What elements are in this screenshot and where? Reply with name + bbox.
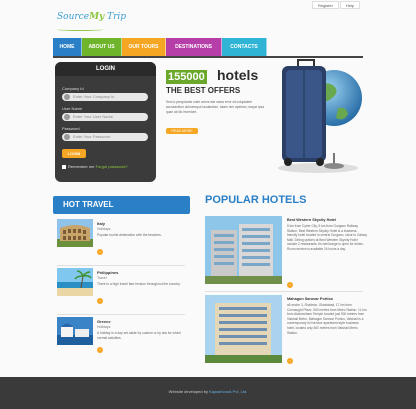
skycity-hotel-image[interactable] (205, 216, 282, 284)
popular-hotel-desc: 5 km from Cyber City, 5 km from Gurgaon … (287, 224, 367, 251)
company-id-field[interactable]: Enter Your Company Id (62, 93, 148, 101)
lock-icon (64, 134, 70, 140)
site-logo[interactable]: SourceMy Trip (57, 12, 127, 34)
greece-image (57, 317, 93, 345)
user-icon (64, 114, 70, 120)
nav-contacts[interactable]: CONTACTS (222, 38, 267, 56)
hot-travel-item-subtitle: Holidays (97, 325, 111, 329)
remember-checkbox[interactable] (62, 164, 66, 169)
nav-home[interactable]: HOME (53, 38, 82, 56)
forgot-password-link[interactable]: Forgot password? (96, 164, 128, 169)
read-more-button[interactable]: READ MORE (166, 128, 198, 134)
nav-our-tours[interactable]: OUR TOURS (122, 38, 166, 56)
user-name-label: User Name (62, 106, 83, 111)
logo-text-trip: Trip (104, 12, 127, 22)
offer-headline: THE BEST OFFERS (166, 86, 241, 95)
company-icon (64, 94, 70, 100)
arrow-right-icon[interactable]: › (287, 358, 293, 364)
company-id-label: Company Id (62, 86, 84, 91)
hot-travel-title: HOT TRAVEL (53, 196, 190, 214)
nav-about-us[interactable]: ABOUT US (82, 38, 122, 56)
main-nav: HOME ABOUT US OUR TOURS DESTINATIONS CON… (53, 38, 267, 56)
divider (205, 291, 363, 292)
password-field[interactable]: Enter Your Password (62, 133, 148, 141)
hot-travel-item-desc: There is a high travel fare tension thro… (97, 282, 181, 286)
hot-travel-item-subtitle: Holidays (97, 227, 111, 231)
arrow-right-icon[interactable]: › (97, 298, 103, 304)
hot-travel-item-title: Italy (97, 221, 106, 226)
beach-image (57, 268, 93, 296)
hot-travel-item[interactable]: Philippines Travel There is a high trave… (57, 268, 185, 316)
logo-text: Source (57, 12, 90, 22)
logo-swoosh (57, 28, 103, 31)
popular-hotel-title[interactable]: Mahagun Sarovar Portico (287, 297, 333, 301)
remember-label: Remember me (68, 164, 95, 169)
nav-destinations[interactable]: DESTINATIONS (166, 38, 222, 56)
login-title: LOGIN (55, 62, 156, 76)
popular-hotel-desc: a5 sector 3, Shalimar, Ghaziabad, 17 km … (287, 303, 367, 335)
popular-hotel-title[interactable]: Best Western Skycity Hotel (287, 218, 336, 222)
hot-travel-item-title: Greece (97, 319, 111, 324)
arrow-right-icon[interactable]: › (97, 347, 103, 353)
remember-row: Remember me Forgot password? (62, 164, 128, 169)
hot-travel-item-desc: Popular tourist destination with the bea… (97, 233, 162, 237)
colosseum-image (57, 219, 93, 247)
help-link[interactable]: Help (340, 1, 360, 9)
divider (57, 314, 185, 315)
login-button[interactable]: LOGIN (62, 149, 86, 158)
hot-travel-item[interactable]: Greece Holidays A holiday is a day set a… (57, 317, 185, 365)
footer: Website developed by KapasKnack Pvt. Ltd… (0, 377, 416, 409)
logo-text-my: My (89, 12, 105, 22)
divider (57, 265, 185, 266)
offer-text: Sed ut perspiciatis unde omnis iste natu… (166, 100, 264, 114)
hotel-count: 155000 (166, 70, 207, 84)
hot-travel-item-title: Philippines (97, 270, 119, 275)
hot-travel-item[interactable]: Italy Holidays Popular tourist destinati… (57, 219, 185, 267)
hot-travel-item-subtitle: Travel (97, 276, 107, 280)
arrow-right-icon[interactable]: › (97, 249, 103, 255)
hotels-word: hotels (217, 67, 259, 83)
password-label: Password (62, 126, 80, 131)
suitcase-globe-illustration (278, 59, 362, 173)
developer-link[interactable]: KapasKnack Pvt. Ltd. (209, 389, 247, 394)
user-name-field[interactable]: Enter Your User Name (62, 113, 148, 121)
register-link[interactable]: Register (312, 1, 339, 9)
sarovar-portico-image[interactable] (205, 295, 282, 363)
hot-travel-item-desc: A holiday is a day set aside by custom o… (97, 331, 181, 340)
footer-credit: Website developed by KapasKnack Pvt. Ltd… (168, 389, 248, 394)
arrow-right-icon[interactable]: › (287, 282, 293, 288)
popular-hotels-title: POPULAR HOTELS (205, 194, 307, 206)
